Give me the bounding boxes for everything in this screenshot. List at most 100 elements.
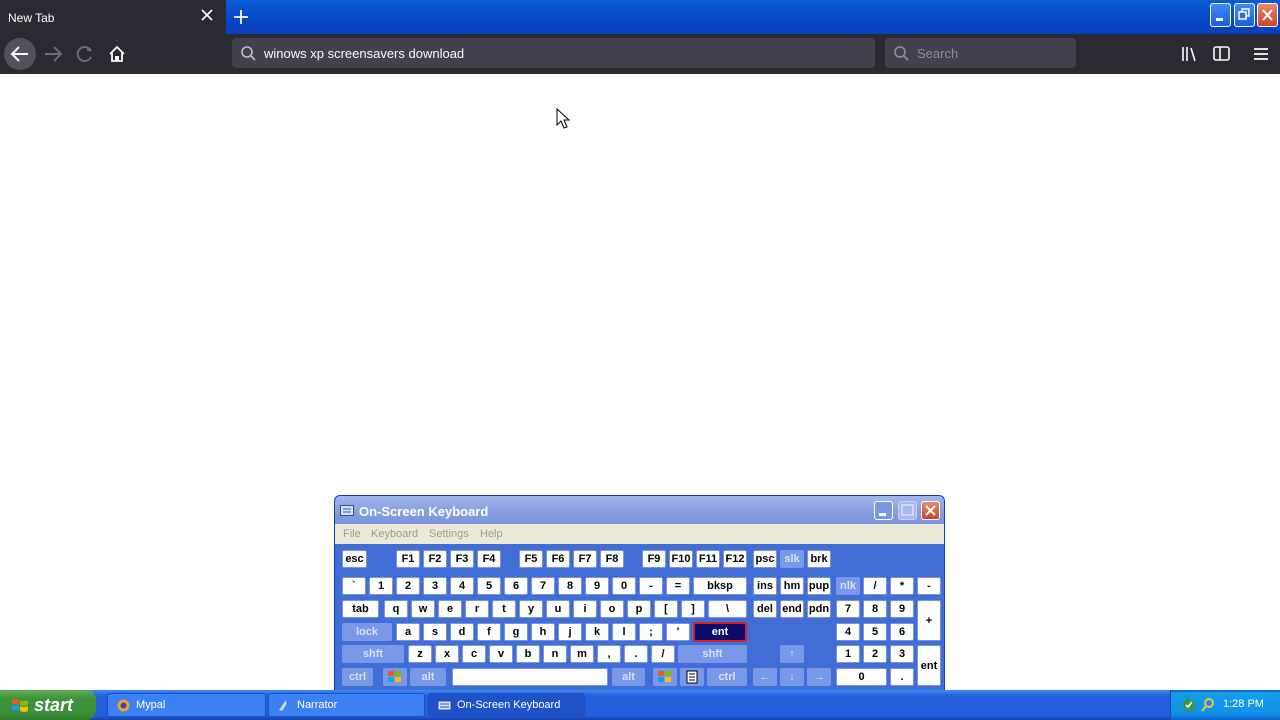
url-bar[interactable]: winows xp screensavers download [232,38,875,68]
forward-button[interactable] [37,38,69,70]
close-tab-icon[interactable] [200,8,214,22]
key-h[interactable]: h [531,623,555,641]
key-num-divide[interactable]: / [863,577,887,595]
key-t[interactable]: t [492,600,516,618]
key-context-menu[interactable] [680,668,704,686]
key-v[interactable]: v [489,645,513,663]
key-comma[interactable]: , [597,645,621,663]
key-f10[interactable]: F10 [669,550,693,568]
key-f7[interactable]: F7 [573,550,597,568]
key-right-shift[interactable]: shft [678,645,747,663]
key-q[interactable]: q [384,600,408,618]
key-r[interactable]: r [465,600,489,618]
key-home[interactable]: hm [780,577,804,595]
key-num-9[interactable]: 9 [890,600,914,618]
key-num-8[interactable]: 8 [863,600,887,618]
key-s[interactable]: s [423,623,447,641]
key-2[interactable]: 2 [396,577,420,595]
minimize-button[interactable] [1210,3,1231,27]
key-f12[interactable]: F12 [723,550,747,568]
menu-keyboard[interactable]: Keyboard [371,528,418,540]
close-window-button[interactable] [1257,3,1278,27]
key-f2[interactable]: F2 [423,550,447,568]
key-equals[interactable]: = [666,577,690,595]
key-num-3[interactable]: 3 [890,645,914,663]
key-psc[interactable]: psc [753,550,777,568]
key-d[interactable]: d [450,623,474,641]
key-esc[interactable]: esc [342,550,367,568]
key-backtick[interactable]: ` [342,577,366,595]
key-z[interactable]: z [408,645,432,663]
key-f9[interactable]: F9 [642,550,666,568]
key-num-enter[interactable]: ent [917,645,941,686]
key-f1[interactable]: F1 [396,550,420,568]
key-pgdn[interactable]: pdn [807,600,831,618]
key-num-multiply[interactable]: * [890,577,914,595]
taskbar-item-narrator[interactable]: Narrator [268,693,425,717]
start-button[interactable]: start [0,690,96,720]
key-left-bracket[interactable]: [ [654,600,678,618]
key-left-ctrl[interactable]: ctrl [342,668,373,686]
menu-help[interactable]: Help [480,528,503,540]
taskbar-item-mypal[interactable]: Mypal [107,693,266,717]
menu-file[interactable]: File [343,528,361,540]
key-num-0[interactable]: 0 [836,668,887,686]
key-num-1[interactable]: 1 [836,645,860,663]
key-num-minus[interactable]: - [917,577,941,595]
osk-titlebar[interactable]: On-Screen Keyboard [335,496,944,524]
key-k[interactable]: k [585,623,609,641]
key-period[interactable]: . [624,645,648,663]
osk-minimize-button[interactable] [874,501,893,520]
key-left-windows[interactable] [383,668,407,686]
key-minus[interactable]: - [639,577,663,595]
key-right-arrow[interactable]: → [807,668,831,686]
reload-button[interactable] [69,38,101,70]
new-tab-icon[interactable] [232,8,250,26]
magnifier-icon[interactable] [1200,697,1216,713]
key-f8[interactable]: F8 [600,550,624,568]
key-right-ctrl[interactable]: ctrl [707,668,747,686]
key-num-2[interactable]: 2 [863,645,887,663]
key-f5[interactable]: F5 [519,550,543,568]
menu-icon[interactable] [1251,45,1271,63]
key-left-alt[interactable]: alt [410,668,446,686]
key-brk[interactable]: brk [807,550,831,568]
key-b[interactable]: b [516,645,540,663]
key-end[interactable]: end [780,600,804,618]
key-c[interactable]: c [462,645,486,663]
restore-button[interactable] [1234,3,1255,27]
key-num-5[interactable]: 5 [863,623,887,641]
key-slk[interactable]: slk [780,550,804,568]
key-6[interactable]: 6 [504,577,528,595]
key-right-bracket[interactable]: ] [681,600,705,618]
key-f3[interactable]: F3 [450,550,474,568]
key-4[interactable]: 4 [450,577,474,595]
key-n[interactable]: n [543,645,567,663]
key-0[interactable]: 0 [612,577,636,595]
back-button[interactable] [4,38,36,70]
key-9[interactable]: 9 [585,577,609,595]
key-g[interactable]: g [504,623,528,641]
key-i[interactable]: i [573,600,597,618]
key-y[interactable]: y [519,600,543,618]
key-down-arrow[interactable]: ↓ [780,668,804,686]
key-semicolon[interactable]: ; [639,623,663,641]
key-num-6[interactable]: 6 [890,623,914,641]
tab-new-tab[interactable]: New Tab [0,0,226,34]
key-backslash[interactable]: \ [708,600,747,618]
key-m[interactable]: m [570,645,594,663]
key-space[interactable] [452,668,608,686]
key-w[interactable]: w [411,600,435,618]
key-l[interactable]: l [612,623,636,641]
key-backspace[interactable]: bksp [693,577,747,595]
accessibility-icon[interactable] [1181,697,1197,713]
key-left-shift[interactable]: shft [342,645,404,663]
key-capslock[interactable]: lock [342,623,392,641]
key-right-windows[interactable] [653,668,677,686]
key-j[interactable]: j [558,623,582,641]
osk-close-button[interactable] [921,501,940,520]
key-quote[interactable]: ' [666,623,690,641]
key-f6[interactable]: F6 [546,550,570,568]
key-a[interactable]: a [396,623,420,641]
key-8[interactable]: 8 [558,577,582,595]
